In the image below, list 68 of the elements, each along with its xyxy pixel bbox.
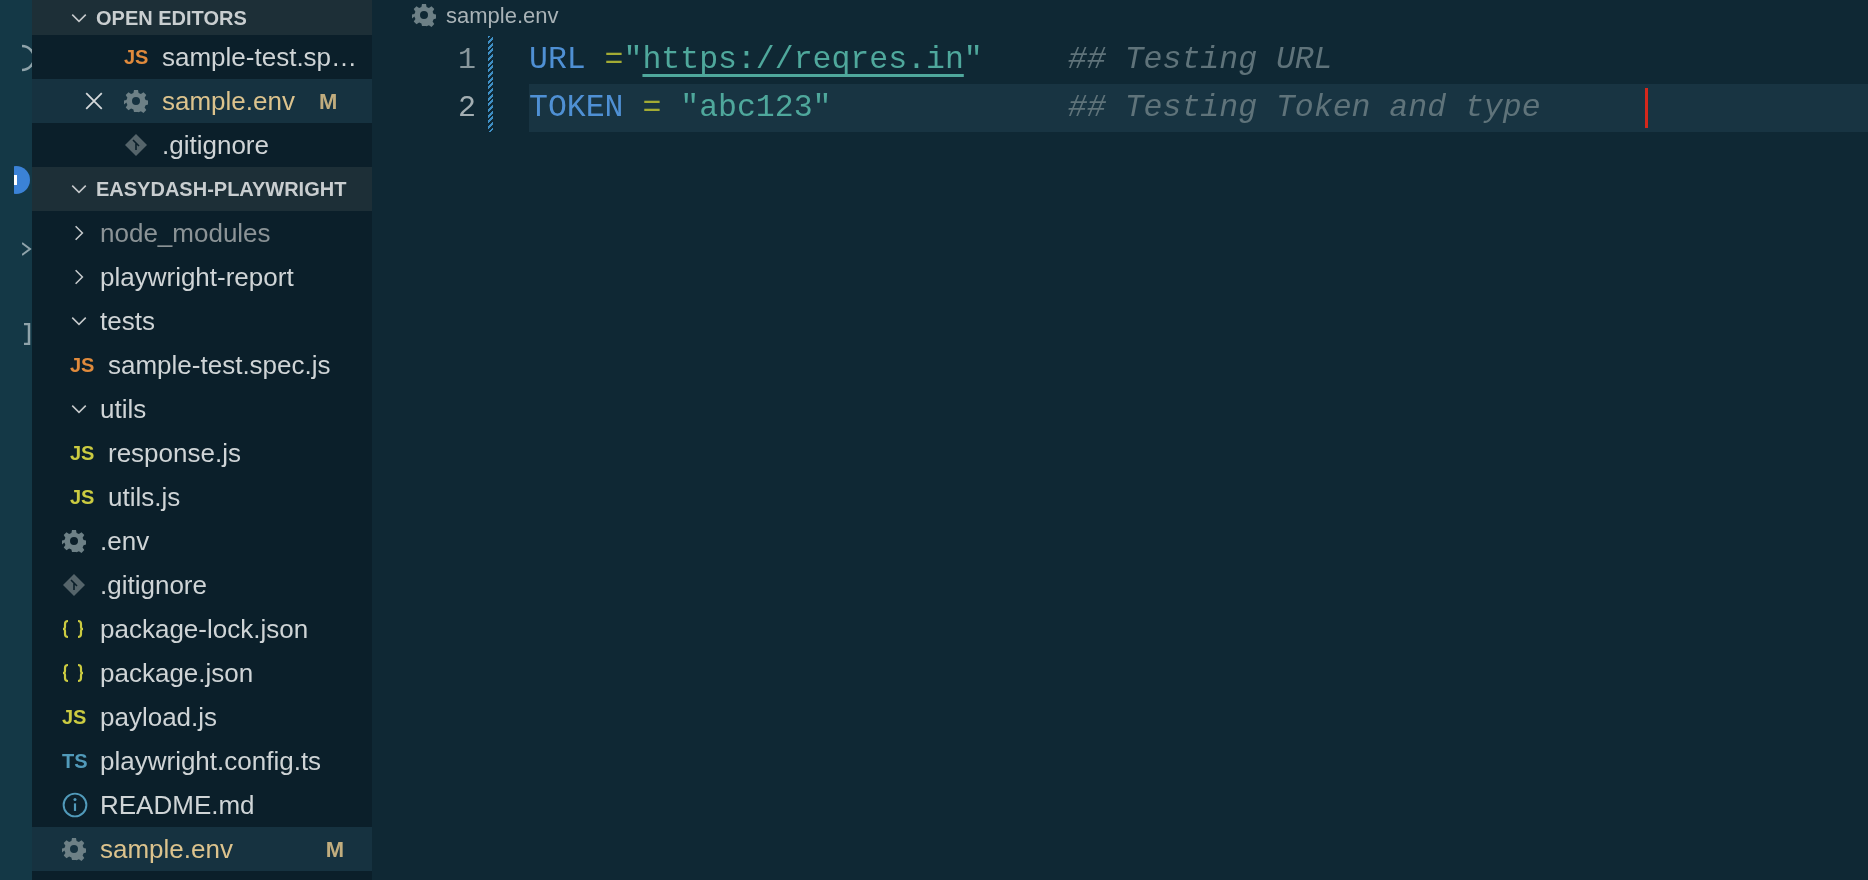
file-name: tests — [100, 304, 155, 338]
file-tree-item[interactable]: sample.env M — [32, 827, 372, 871]
close-icon[interactable] — [84, 91, 104, 111]
file-tree-item[interactable]: JS payload.js — [32, 695, 372, 739]
open-editor-item[interactable]: sample.env M — [32, 79, 372, 123]
chevron-icon[interactable] — [22, 241, 32, 257]
file-name: utils.js — [108, 480, 181, 514]
file-type-icon: TS — [62, 751, 88, 771]
line-number: 1 — [458, 42, 476, 79]
file-name: sample-test.sp… — [162, 40, 358, 74]
file-name: playwright-report — [100, 260, 294, 294]
file-tree-item[interactable]: utils — [32, 387, 372, 431]
file-tree-item[interactable]: tests — [32, 299, 372, 343]
file-type-icon: JS — [70, 355, 95, 375]
file-type-icon: JS — [124, 47, 149, 67]
gear-icon — [62, 837, 86, 861]
file-type-icon: JS — [62, 707, 87, 727]
file-tree-item[interactable]: TS playwright.config.ts — [32, 739, 372, 783]
file-tree-item[interactable]: README.md — [32, 783, 372, 827]
file-name: utils — [100, 392, 147, 426]
notification-badge — [14, 165, 32, 195]
gear-icon — [124, 89, 148, 113]
code-text: TOKEN = "abc123" — [529, 89, 833, 128]
file-name: node_modules — [100, 216, 271, 250]
section-header[interactable]: OPEN EDITORS — [32, 0, 372, 35]
file-name: playwright.config.ts — [100, 744, 322, 778]
section-title: EASYDASH-PLAYWRIGHT — [96, 177, 347, 202]
modified-label: M — [325, 835, 344, 864]
file-name: README.md — [100, 788, 255, 822]
section-title: OPEN EDITORS — [96, 5, 247, 31]
file-name: .gitignore — [162, 128, 269, 162]
modified-label: M — [318, 87, 338, 116]
breadcrumb[interactable]: sample.env — [446, 0, 559, 32]
file-tree-item[interactable]: JS sample-test.spec.js — [32, 343, 372, 387]
braces-icon — [62, 618, 84, 640]
braces-icon — [62, 662, 84, 684]
diamond-icon — [62, 573, 86, 597]
gear-icon — [62, 529, 86, 553]
file-tree-item[interactable]: node_modules — [32, 211, 372, 255]
file-name: response.js — [108, 436, 241, 470]
line-number: 2 — [458, 90, 476, 127]
code-comment: ## Testing Token and type — [1068, 89, 1541, 128]
file-name: sample.env — [162, 84, 295, 118]
file-name: package-lock.json — [100, 612, 309, 646]
file-name: sample.env — [100, 832, 233, 866]
open-editor-item[interactable]: .gitignore — [32, 123, 372, 167]
gear-icon — [412, 3, 436, 27]
code-comment: ## Testing URL — [1068, 41, 1333, 80]
file-tree-item[interactable]: JS response.js — [32, 431, 372, 475]
file-name: .gitignore — [100, 568, 207, 602]
file-name: payload.js — [100, 700, 218, 734]
file-tree-item[interactable]: .env — [32, 519, 372, 563]
code-text: URL ="https://reqres.in" — [529, 41, 984, 80]
file-tree-item[interactable]: .gitignore — [32, 563, 372, 607]
file-name: package.json — [100, 656, 254, 690]
file-type-icon: JS — [70, 443, 95, 463]
section-header[interactable]: EASYDASH-PLAYWRIGHT — [32, 167, 372, 211]
file-name: sample-test.spec.js — [108, 348, 331, 382]
info-icon — [62, 792, 88, 818]
file-name: .env — [100, 524, 150, 558]
text-cursor — [1645, 88, 1648, 128]
file-tree-item[interactable]: JS utils.js — [32, 475, 372, 519]
file-tree-item[interactable]: package.json — [32, 651, 372, 695]
file-type-icon: JS — [70, 487, 95, 507]
file-tree-item[interactable]: package-lock.json — [32, 607, 372, 651]
file-tree-item[interactable]: playwright-report — [32, 255, 372, 299]
open-editor-item[interactable]: JS sample-test.sp… — [32, 35, 372, 79]
diamond-icon — [124, 133, 148, 157]
